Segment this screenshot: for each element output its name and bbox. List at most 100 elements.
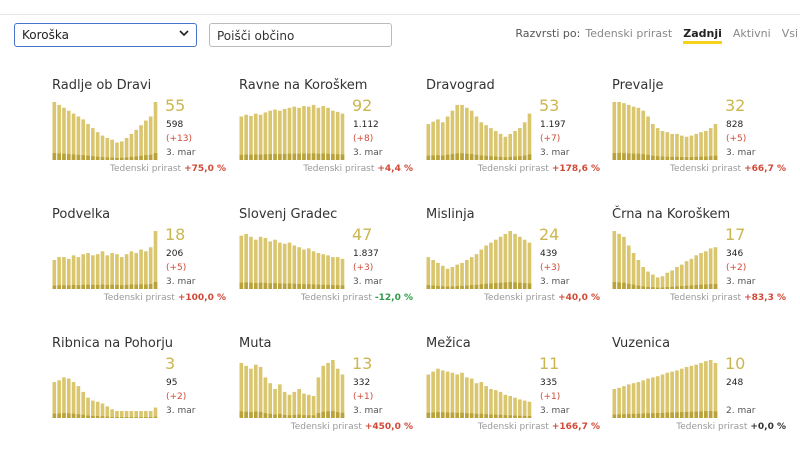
municipality-card[interactable]: Črna na Koroškem 17 346 (+2) 3. mar Tedenski … xyxy=(612,207,792,317)
sparkline-bar-new xyxy=(263,154,268,160)
active-cases-count: 32 xyxy=(725,96,746,115)
total-cases-count: 95 xyxy=(166,378,178,388)
sparkline-bar xyxy=(340,258,345,289)
sparkline-bar xyxy=(527,401,532,418)
municipality-card[interactable]: Vuzenica 10 248 2. mar Tedenski prirast +0,0 … xyxy=(612,336,792,446)
weekly-growth: Tedenski prirast +166,7 % xyxy=(478,422,600,432)
sparkline-bar-new xyxy=(71,413,76,418)
municipality-card[interactable]: Dravograd 53 1.197 (+7) 3. mar Tedenski prira… xyxy=(426,78,606,188)
municipality-card[interactable]: Podvelka 18 206 (+5) 3. mar Tedenski prirast +… xyxy=(52,207,232,317)
weekly-growth-value: +40,0 % xyxy=(558,293,600,303)
sparkline-bar xyxy=(651,124,655,160)
sparkline-bar xyxy=(503,136,508,160)
sparkline-bar xyxy=(134,253,139,289)
sort-label: Razvrsti po: xyxy=(515,27,581,40)
sparkline-bar-new xyxy=(708,156,713,160)
sort-option-weekly-growth[interactable]: Tedenski prirast xyxy=(585,27,672,44)
sort-option-latest[interactable]: Zadnji xyxy=(683,27,722,44)
sparkline-bar-new xyxy=(660,156,665,160)
sparkline-bar xyxy=(684,366,689,418)
sparkline-bar xyxy=(331,257,335,289)
sparkline-bar xyxy=(91,128,95,160)
sparkline-bar xyxy=(617,102,621,160)
sparkline-bar-new xyxy=(617,414,621,418)
sparkline-bar-new xyxy=(110,157,114,160)
sort-option-active[interactable]: Aktivni xyxy=(733,27,771,44)
sparkline-bar xyxy=(617,387,621,418)
sparkline-bar-new xyxy=(455,286,460,289)
sparkline-bar xyxy=(455,104,460,160)
sparkline-bar-new xyxy=(684,411,689,418)
sparkline-bar-new xyxy=(249,154,253,160)
sparkline-bar-new xyxy=(641,154,646,160)
sparkline-bar xyxy=(641,110,646,160)
sparkline-bar xyxy=(636,260,641,289)
municipality-card[interactable]: Ravne na Koroškem 92 1.112 (+8) 3. mar Tedens… xyxy=(239,78,419,188)
sparkline-bar xyxy=(139,125,143,160)
sparkline-bar xyxy=(86,253,90,289)
sparkline-bar xyxy=(268,241,273,289)
sparkline-bar xyxy=(436,368,440,418)
trend-sparkline xyxy=(239,104,345,160)
sparkline-bar xyxy=(119,141,124,160)
sparkline-bar xyxy=(612,389,617,418)
sparkline-bar xyxy=(460,372,464,418)
sparkline-bar xyxy=(66,258,71,289)
municipality-card[interactable]: Ribnica na Pohorju 3 95 (+2) 3. mar xyxy=(52,336,232,446)
sparkline-bar xyxy=(646,116,650,160)
sparkline-bar xyxy=(292,391,297,418)
sparkline-bar xyxy=(134,129,139,160)
sort-option-all[interactable]: Vsi xyxy=(782,27,798,44)
sparkline-bar-new xyxy=(631,413,636,418)
municipality-card[interactable]: Muta 13 332 (+1) 3. mar Tedenski prirast +450,… xyxy=(239,336,419,446)
sparkline-bar xyxy=(110,409,114,418)
sparkline-bar xyxy=(713,247,718,289)
active-cases-count: 24 xyxy=(539,225,560,244)
sparkline-bar xyxy=(249,368,253,418)
sparkline-bar xyxy=(258,114,263,160)
search-input[interactable]: Poišči občino xyxy=(209,23,392,47)
municipality-card[interactable]: Radlje ob Dravi 55 598 (+13) 3. mar Tedenski … xyxy=(52,78,232,188)
sparkline-bar xyxy=(641,266,646,289)
sparkline-bar xyxy=(440,122,445,160)
sparkline-bar-new xyxy=(316,413,321,418)
weekly-growth: Tedenski prirast +75,0 % xyxy=(110,164,226,174)
sparkline-bar-new xyxy=(100,157,105,160)
daily-delta: (+1) xyxy=(540,392,561,402)
weekly-growth-value: +83,3 % xyxy=(744,293,786,303)
sparkline-bar xyxy=(474,254,479,289)
sparkline-bar xyxy=(469,378,474,418)
sparkline-bar-new xyxy=(489,414,493,418)
sparkline-bar-new xyxy=(258,411,263,418)
total-cases-count: 335 xyxy=(540,378,558,388)
sparkline-bar-new xyxy=(479,413,484,418)
daily-delta: (+13) xyxy=(166,134,193,144)
sparkline-bar-new xyxy=(641,413,646,418)
sparkline-bar-new xyxy=(684,285,689,289)
municipality-card[interactable]: Prevalje 32 828 (+5) 3. mar Tedenski prirast +… xyxy=(612,78,792,188)
trend-sparkline xyxy=(426,368,532,418)
region-select[interactable]: Koroška xyxy=(14,23,197,47)
sparkline-bar xyxy=(115,411,119,418)
weekly-growth-value: +166,7 % xyxy=(551,422,600,432)
municipality-card[interactable]: Mežica 11 335 (+1) 3. mar Tedenski prirast +16… xyxy=(426,336,606,446)
municipality-name: Vuzenica xyxy=(612,336,671,351)
sparkline-bar xyxy=(651,274,655,289)
sparkline-bar-new xyxy=(139,284,143,289)
sparkline-bar xyxy=(100,403,105,418)
sparkline-bar-new xyxy=(508,156,513,160)
sparkline-bar xyxy=(321,365,326,418)
daily-delta: (+7) xyxy=(540,134,561,144)
sparkline-bar-new xyxy=(119,157,124,160)
sparkline-bar-new xyxy=(465,153,469,160)
sparkline-bar-new xyxy=(522,415,527,418)
municipality-card[interactable]: Mislinja 24 439 (+3) 3. mar Tedenski prirast +… xyxy=(426,207,606,317)
sparkline-bar xyxy=(675,370,679,418)
sparkline-bar-new xyxy=(302,284,306,289)
sparkline-bar-new xyxy=(699,411,703,418)
sparkline-bar-new xyxy=(474,284,479,289)
sparkline-bar-new xyxy=(52,285,57,289)
sparkline-bar xyxy=(503,394,508,418)
municipality-card[interactable]: Slovenj Gradec 47 1.837 (+3) 3. mar Tedenski … xyxy=(239,207,419,317)
sparkline-bar xyxy=(694,255,699,289)
